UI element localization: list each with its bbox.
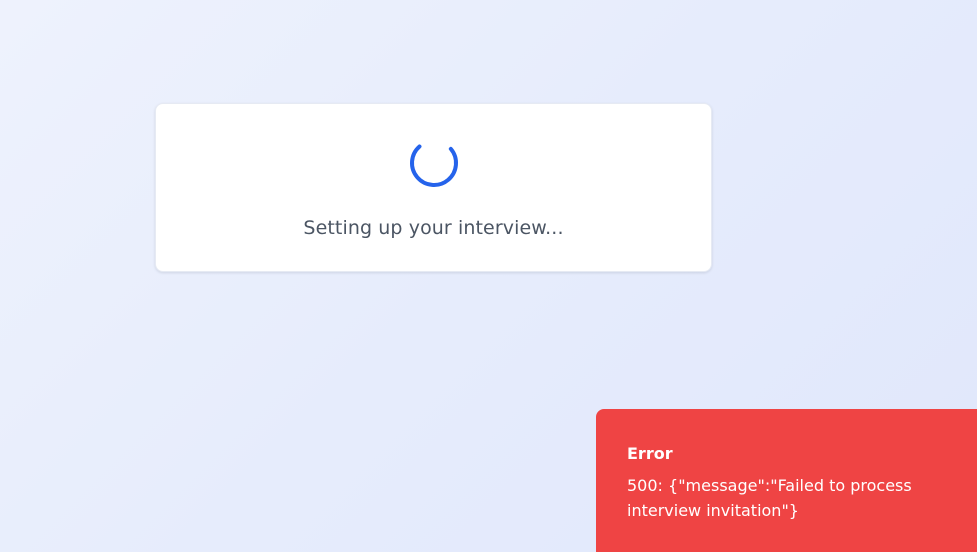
spinner-icon — [409, 138, 459, 188]
spinner-graphic — [410, 139, 458, 187]
toast-title: Error — [627, 444, 673, 463]
loading-message: Setting up your interview... — [303, 217, 564, 239]
loading-card: Setting up your interview... — [155, 103, 712, 272]
error-toast[interactable]: Error 500: {"message":"Failed to process… — [596, 409, 977, 552]
toast-message: 500: {"message":"Failed to process inter… — [627, 476, 912, 520]
